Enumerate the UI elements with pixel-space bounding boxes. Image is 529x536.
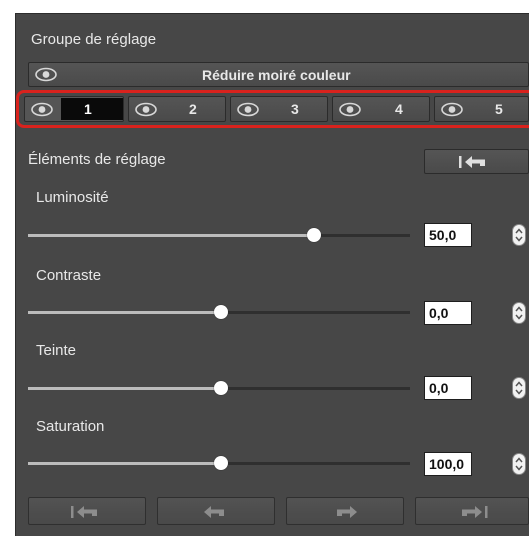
slider-fill xyxy=(28,311,223,314)
group-label: 4 xyxy=(395,101,403,117)
go-to-end-icon xyxy=(458,503,490,526)
group-button-3[interactable]: 3 xyxy=(230,96,328,122)
eye-icon[interactable] xyxy=(237,102,259,122)
slider-fill xyxy=(28,234,318,237)
slider-track xyxy=(318,234,410,237)
group-number-selected: 1 xyxy=(61,98,123,120)
up-down-stepper-icon[interactable] xyxy=(512,224,526,246)
slider-luminosite[interactable] xyxy=(28,225,410,245)
up-down-stepper-icon[interactable] xyxy=(512,302,526,324)
slider-fill xyxy=(28,387,223,390)
elements-title: Éléments de réglage xyxy=(28,151,166,168)
slider-track xyxy=(223,387,410,390)
slider-saturation[interactable] xyxy=(28,453,410,473)
slider-label-teinte: Teinte xyxy=(36,342,77,359)
reset-to-start-button[interactable] xyxy=(28,497,146,525)
slider-knob[interactable] xyxy=(214,381,228,395)
group-label: 3 xyxy=(291,101,299,117)
eye-icon[interactable] xyxy=(135,102,157,122)
filter-label: Réduire moiré couleur xyxy=(202,67,351,83)
eye-icon[interactable] xyxy=(35,67,57,87)
group-button-1[interactable]: 1 xyxy=(24,96,124,122)
slider-knob[interactable] xyxy=(214,305,228,319)
contraste-value-field[interactable]: 0,0 xyxy=(424,301,472,325)
go-to-end-button[interactable] xyxy=(415,497,529,525)
eye-icon[interactable] xyxy=(339,102,361,122)
undo-arrow-icon xyxy=(202,503,228,526)
reset-to-start-icon xyxy=(69,503,101,526)
eye-icon[interactable] xyxy=(31,102,53,122)
slider-label-luminosite: Luminosité xyxy=(36,189,109,206)
panel-title: Groupe de réglage xyxy=(31,31,157,48)
up-down-stepper-icon[interactable] xyxy=(512,453,526,475)
filter-bar[interactable]: Réduire moiré couleur xyxy=(28,62,529,87)
group-label: 5 xyxy=(495,101,503,117)
slider-track xyxy=(223,311,410,314)
redo-arrow-icon xyxy=(333,503,359,526)
redo-button[interactable] xyxy=(286,497,404,525)
group-button-2[interactable]: 2 xyxy=(128,96,226,122)
slider-teinte[interactable] xyxy=(28,378,410,398)
reset-to-start-icon xyxy=(457,153,489,176)
teinte-value-field[interactable]: 0,0 xyxy=(424,376,472,400)
slider-contraste[interactable] xyxy=(28,302,410,322)
group-label: 1 xyxy=(84,101,92,117)
up-down-stepper-icon[interactable] xyxy=(512,377,526,399)
group-button-5[interactable]: 5 xyxy=(434,96,529,122)
group-button-4[interactable]: 4 xyxy=(332,96,430,122)
slider-label-saturation: Saturation xyxy=(36,418,105,435)
luminosite-value-field[interactable]: 50,0 xyxy=(424,223,472,247)
slider-track xyxy=(223,462,410,465)
undo-button[interactable] xyxy=(157,497,275,525)
slider-fill xyxy=(28,462,223,465)
eye-icon[interactable] xyxy=(441,102,463,122)
reset-all-button[interactable] xyxy=(424,149,529,174)
slider-label-contraste: Contraste xyxy=(36,267,102,284)
group-label: 2 xyxy=(189,101,197,117)
slider-knob[interactable] xyxy=(214,456,228,470)
saturation-value-field[interactable]: 100,0 xyxy=(424,452,472,476)
slider-knob[interactable] xyxy=(307,228,321,242)
